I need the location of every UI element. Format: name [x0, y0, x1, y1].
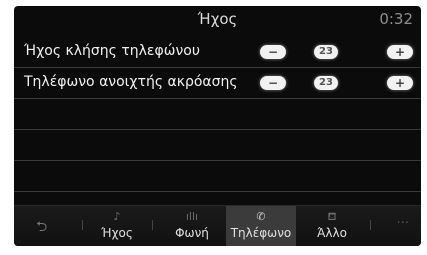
- bottom-tab-bar: ⮌ ♪ Ήχος ıllı Φωνή ✆ Τηλέφωνο ⛾ Άλλο ···: [14, 205, 421, 246]
- divider: [152, 220, 153, 230]
- more-icon[interactable]: ···: [397, 216, 409, 231]
- divider: [370, 220, 371, 230]
- clock: 0:32: [379, 10, 413, 28]
- decrease-button[interactable]: −: [260, 76, 286, 90]
- volume-value: 23: [314, 76, 338, 90]
- sound-settings-screen: Ήχος 0:32 Ήχος κλήσης τηλεφώνου − 23 + Τ…: [14, 6, 421, 246]
- tab-label: Τηλέφωνο: [230, 226, 292, 240]
- phone-icon: ✆: [256, 210, 266, 223]
- minus-icon: −: [267, 76, 279, 90]
- back-arrow-icon[interactable]: ⮌: [36, 216, 47, 240]
- volume-value: 23: [314, 45, 338, 59]
- divider: [82, 220, 83, 230]
- setting-label: Τηλέφωνο ανοιχτής ακρόασης: [24, 74, 238, 90]
- decrease-button[interactable]: −: [260, 45, 286, 59]
- empty-row: [14, 130, 421, 161]
- title-bar: Ήχος 0:32: [14, 6, 421, 34]
- increase-button[interactable]: +: [387, 76, 413, 90]
- tab-label: Άλλο: [317, 226, 347, 240]
- plus-icon: +: [394, 76, 406, 90]
- setting-row-ringtone: Ήχος κλήσης τηλεφώνου − 23 +: [14, 37, 421, 68]
- empty-row: [14, 192, 421, 206]
- tab-label: Ήχος: [101, 226, 133, 240]
- tab-voice[interactable]: ıllı Φωνή: [162, 206, 222, 246]
- minus-icon: −: [267, 45, 279, 59]
- tab-other[interactable]: ⛾ Άλλο: [304, 206, 360, 246]
- voice-icon: ıllı: [185, 210, 199, 223]
- empty-row: [14, 99, 421, 130]
- tab-sound[interactable]: ♪ Ήχος: [90, 206, 144, 246]
- music-note-icon: ♪: [113, 210, 121, 223]
- setting-row-handsfree: Τηλέφωνο ανοιχτής ακρόασης − 23 +: [14, 68, 421, 99]
- setting-label: Ήχος κλήσης τηλεφώνου: [24, 43, 200, 59]
- car-seat-icon: ⛾: [327, 210, 337, 223]
- volume-value-text: 23: [319, 46, 333, 57]
- tab-phone[interactable]: ✆ Τηλέφωνο: [226, 206, 296, 246]
- page-title: Ήχος: [197, 10, 238, 28]
- plus-icon: +: [394, 45, 406, 59]
- empty-row: [14, 161, 421, 192]
- tab-label: Φωνή: [175, 226, 209, 240]
- increase-button[interactable]: +: [387, 45, 413, 59]
- volume-value-text: 23: [319, 77, 333, 88]
